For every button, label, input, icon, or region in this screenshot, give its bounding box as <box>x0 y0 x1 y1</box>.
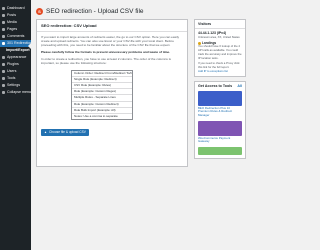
tool-card[interactable] <box>195 146 245 158</box>
upload-csv-button[interactable]: ▲ Choose file & upload CSV <box>41 128 89 136</box>
tool-card[interactable]: BEO Redirection Plus 10 Premium Rules & … <box>195 90 245 120</box>
sidebar-item-tools[interactable]: Tools <box>0 75 31 82</box>
sidebar-item-label: Settings <box>7 82 20 87</box>
tool-name: WooCommerce Payment Gateway <box>198 135 231 144</box>
sidebar-item-label: Appearance <box>7 54 27 59</box>
pages-icon <box>2 28 5 31</box>
settings-icon <box>2 84 5 87</box>
sidebar-subitem-label: Import/Export <box>6 47 30 52</box>
sidebar-item-label: Collapse menu <box>7 89 31 94</box>
location-description: You should have 0 lookup of the 2 API ca… <box>198 44 242 60</box>
sidebar-item-label: Pages <box>7 26 18 31</box>
tool-thumbnail <box>198 90 242 106</box>
media-icon <box>2 21 5 24</box>
sidebar-item-label: Posts <box>7 12 16 17</box>
collapse-icon <box>2 91 5 94</box>
sidebar-item-plugins[interactable]: Plugins <box>0 61 31 68</box>
sidebar-item-pages[interactable]: Pages <box>0 26 31 33</box>
tool-name: BEO Redirection Plus 10 Premium Rules & … <box>198 105 233 118</box>
sidebar-item-label: Dashboard <box>7 5 25 10</box>
redirect-icon <box>2 42 5 45</box>
upload-csv-button-label: Choose file & upload CSV <box>48 130 86 135</box>
admin-sidebar: Dashboard Posts Media Pages Comments 301… <box>0 0 34 250</box>
panel-heading: SEO redirection: CSV Upload <box>37 20 187 32</box>
sidebar-item-redirections[interactable]: 301 Redirections <box>0 40 34 47</box>
sidebar-item-collapse[interactable]: Collapse menu <box>0 89 31 96</box>
tool-thumbnail <box>198 120 242 136</box>
warning-paragraph: Please carefully follow the formats to p… <box>41 50 170 55</box>
dashboard-icon <box>2 7 5 10</box>
sidebar-subitem-import-export[interactable]: Import/Export <box>0 47 31 54</box>
format-item: Notes: Use a comma to separate <box>74 113 118 118</box>
ip-location: Unknown area, XX, United States <box>198 34 240 39</box>
sidebar-item-label: Tools <box>7 75 16 80</box>
visitor-box-title: Visitors <box>195 20 245 29</box>
comments-icon <box>2 35 5 38</box>
tool-thumbnail <box>198 146 242 155</box>
sidebar-item-label: Plugins <box>7 61 19 66</box>
sidebar-item-comments[interactable]: Comments <box>0 33 31 40</box>
add-exception-link[interactable]: Add IP to exceptions list <box>198 69 242 74</box>
page-title: SEO redirection - Upload CSV file <box>46 8 144 15</box>
instructions-paragraph: In order to create a redirection, you ha… <box>41 57 171 66</box>
tools-box: Get Access to Tools All BEO Redirection … <box>194 80 246 159</box>
plugin-logo-icon: S <box>36 8 43 15</box>
sidebar-item-label: Media <box>7 19 17 24</box>
sidebar-item-users[interactable]: Users <box>0 68 31 75</box>
visitor-box: Visitors 44.44.1.123 (IPv4) Unknown area… <box>194 19 246 77</box>
right-column: Visitors 44.44.1.123 (IPv4) Unknown area… <box>194 19 246 163</box>
posts-icon <box>2 14 5 17</box>
active-menu-arrow <box>28 43 31 49</box>
tools-all-link[interactable]: All <box>237 84 242 88</box>
intro-paragraph: If you want to import large amounts of r… <box>41 35 180 48</box>
sidebar-item-dashboard[interactable]: Dashboard <box>0 5 31 12</box>
sidebar-item-label: Comments <box>7 33 25 38</box>
plugins-icon <box>2 63 5 66</box>
sidebar-item-appearance[interactable]: Appearance <box>0 54 31 61</box>
sidebar-item-posts[interactable]: Posts <box>0 12 31 19</box>
format-list: Column Order: Redirect From/Redirect To/… <box>71 69 133 121</box>
admin-topbar <box>31 0 250 5</box>
sidebar-item-label: Users <box>7 68 17 73</box>
panel-body: If you want to import large amounts of r… <box>37 32 187 141</box>
tools-icon <box>2 77 5 80</box>
tool-card[interactable]: WooCommerce Payment Gateway <box>195 120 245 146</box>
upload-icon: ▲ <box>44 130 47 135</box>
visitor-box-body: 44.44.1.123 (IPv4) Unknown area, XX, Uni… <box>195 29 245 76</box>
page-header: S SEO redirection - Upload CSV file <box>36 8 144 15</box>
appearance-icon <box>2 56 5 59</box>
sidebar-item-settings[interactable]: Settings <box>0 82 31 89</box>
tools-box-title: Get Access to Tools <box>198 83 233 88</box>
csv-upload-panel: SEO redirection: CSV Upload If you want … <box>36 19 188 167</box>
tools-box-heading: Get Access to Tools All <box>195 82 245 90</box>
sidebar-item-media[interactable]: Media <box>0 19 31 26</box>
users-icon <box>2 70 5 73</box>
